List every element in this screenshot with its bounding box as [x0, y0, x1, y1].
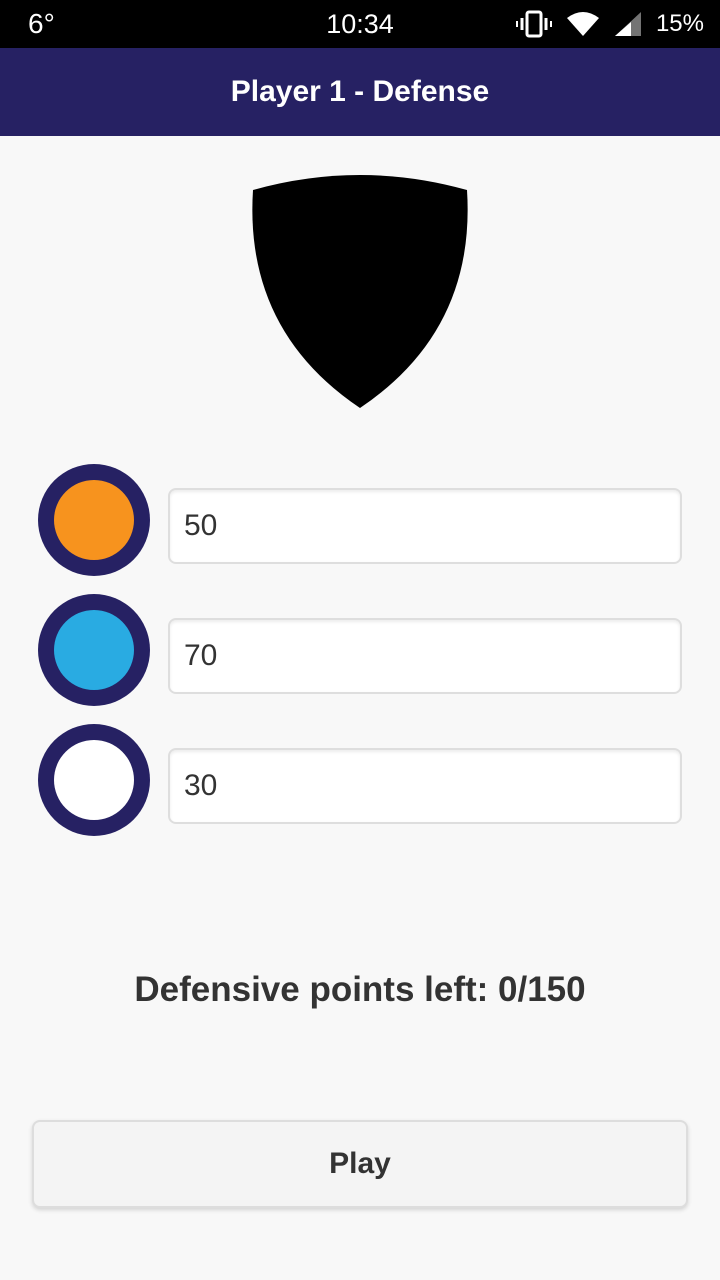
signal-icon: [614, 11, 642, 37]
blue-circle-icon: [54, 610, 134, 690]
defense-row-orange: [38, 464, 682, 576]
vibrate-icon: [515, 10, 552, 38]
shield-icon: [250, 174, 470, 415]
page-title: Player 1 - Defense: [230, 75, 490, 108]
color-ring: [38, 724, 150, 836]
status-bar: 6° 10:34 15%: [0, 0, 720, 48]
app-bar: Player 1 - Defense: [0, 48, 720, 136]
blue-defense-input[interactable]: [168, 618, 682, 694]
battery-percent: 15%: [655, 10, 704, 37]
screen: 6° 10:34 15% Player 1 - Defense 50 70 30…: [0, 0, 720, 1280]
color-ring: [38, 464, 150, 576]
wifi-icon: [566, 11, 600, 37]
white-circle-icon: [54, 740, 134, 820]
defense-row-white: [38, 724, 682, 836]
status-icons: 15%: [515, 8, 704, 40]
defensive-points-left: Defensive points left: 0/150: [134, 970, 586, 1009]
orange-circle-icon: [54, 480, 134, 560]
play-button[interactable]: Play: [32, 1120, 688, 1208]
defense-row-blue: [38, 594, 682, 706]
white-defense-input[interactable]: [168, 748, 682, 824]
orange-defense-input[interactable]: [168, 488, 682, 564]
color-ring: [38, 594, 150, 706]
